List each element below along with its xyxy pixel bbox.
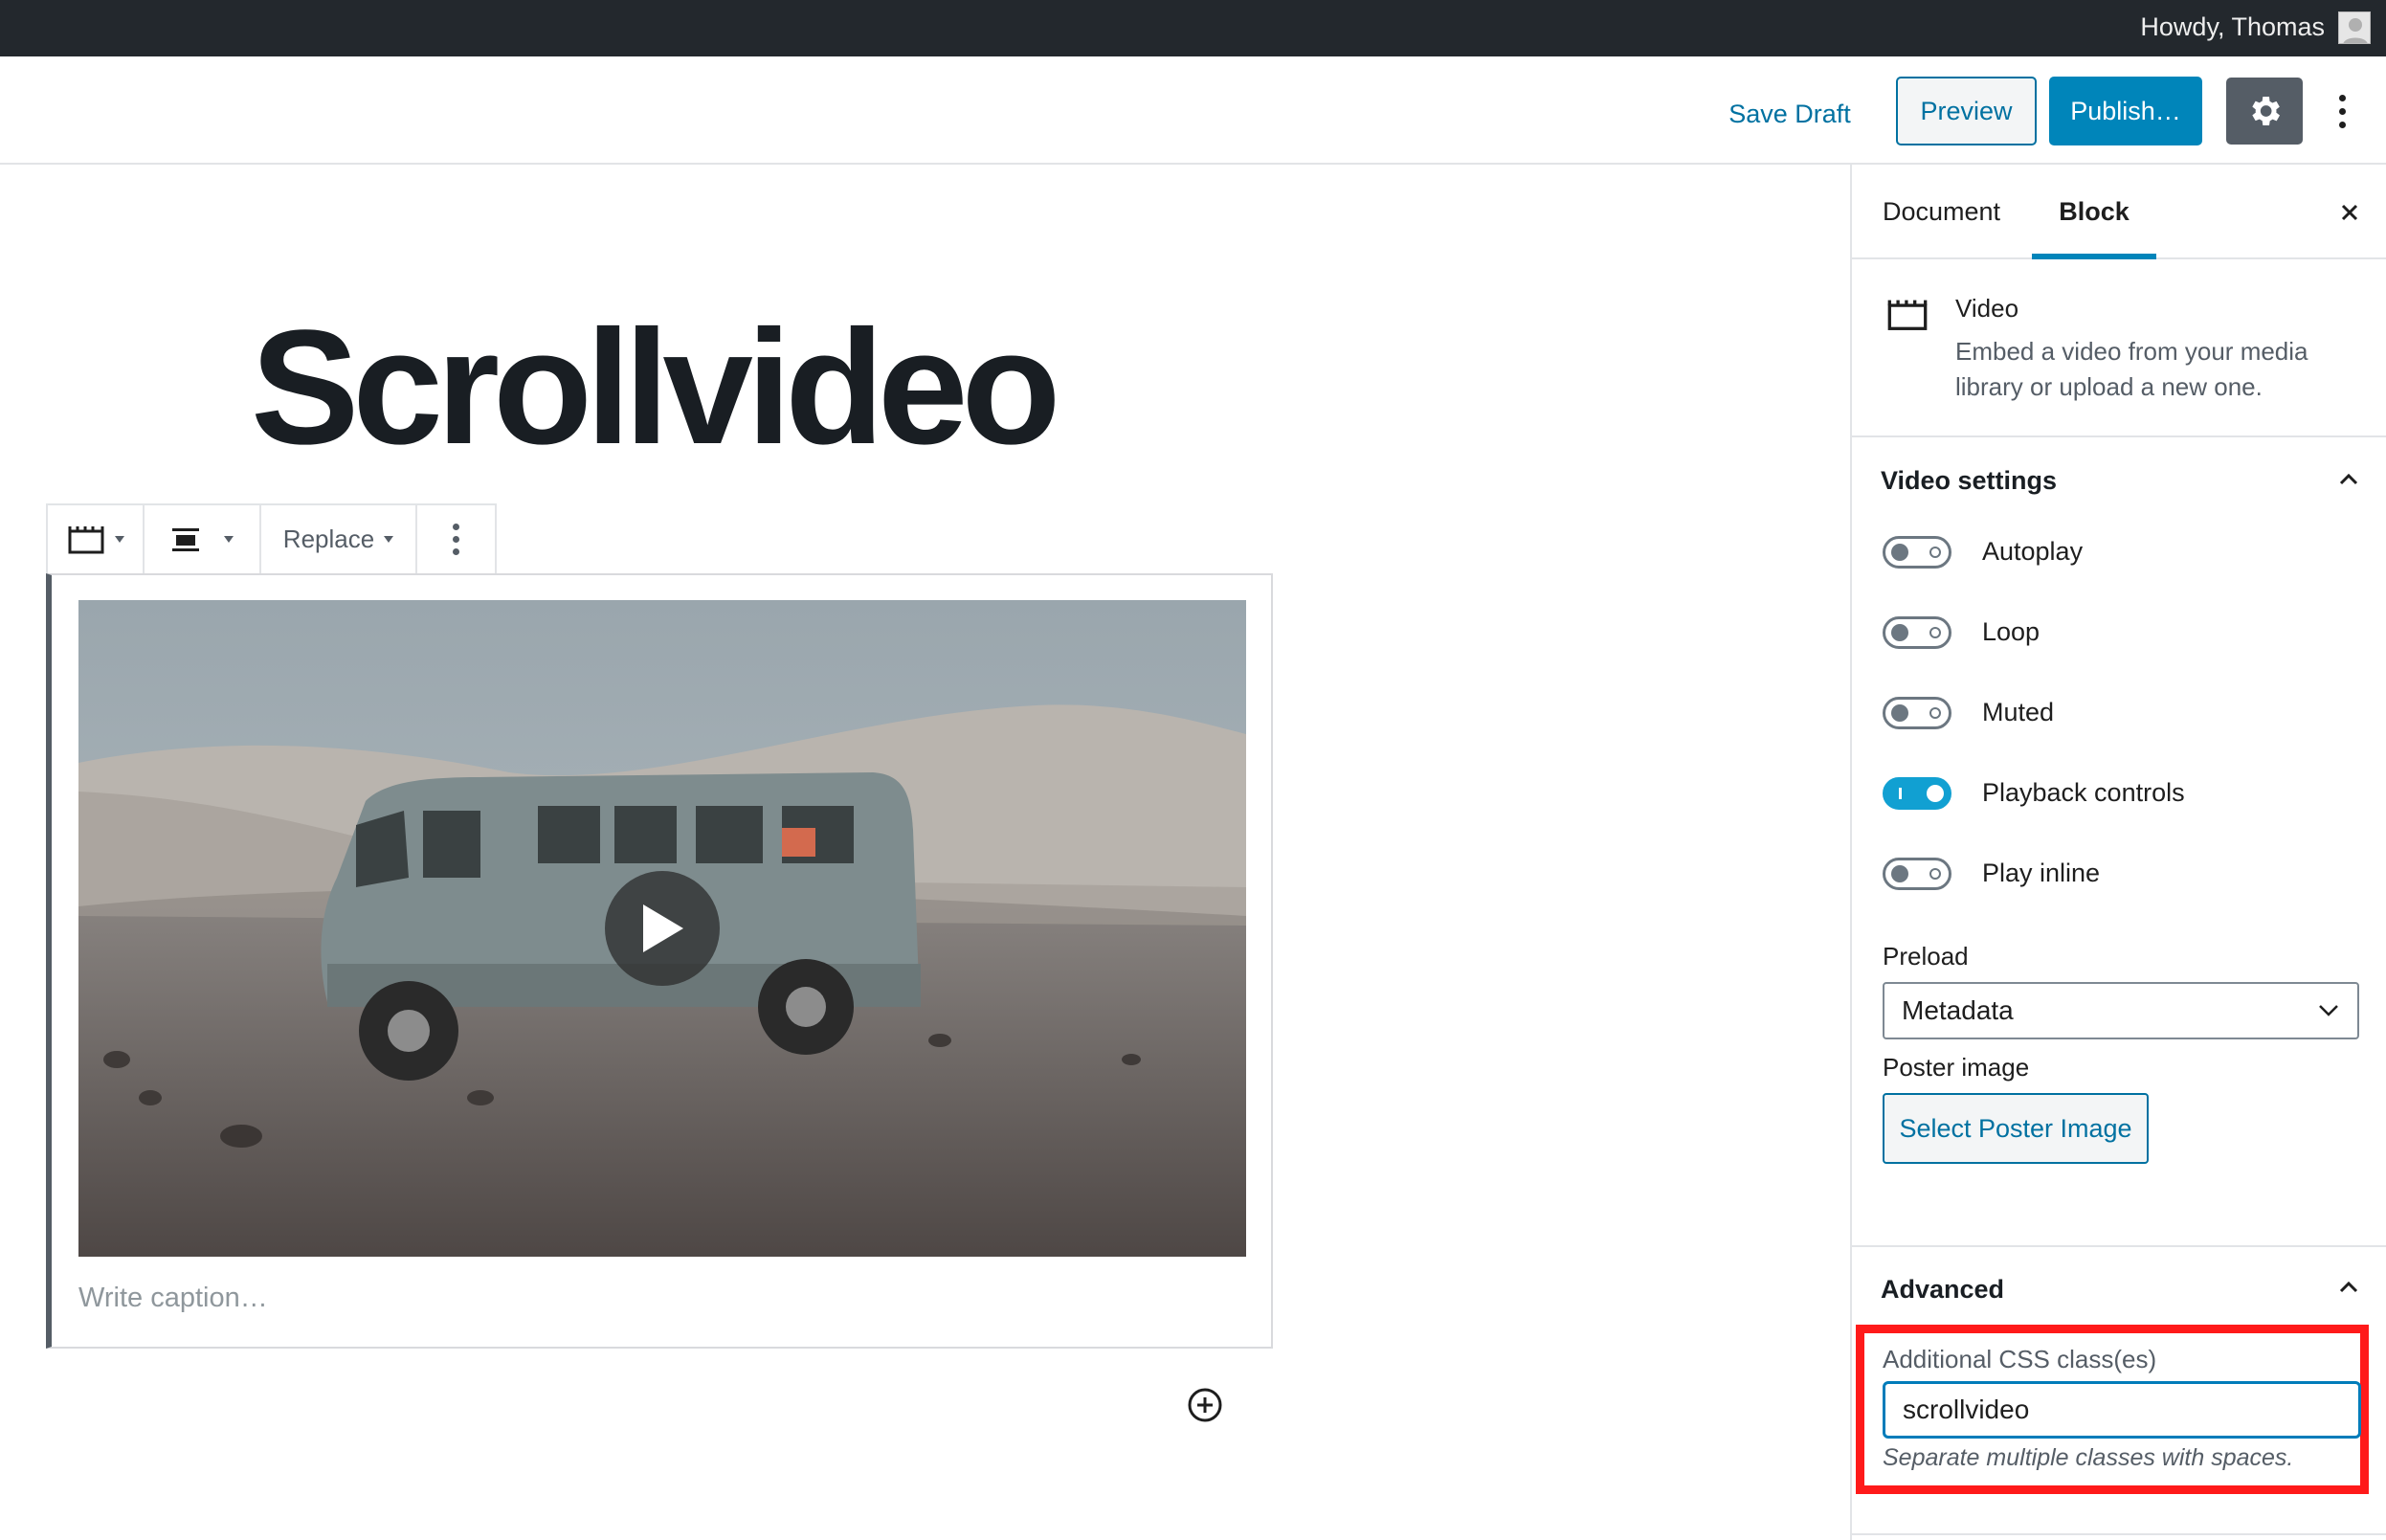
- editor-header: Save Draft Preview Publish…: [0, 56, 2386, 165]
- preload-label: Preload: [1883, 942, 1969, 971]
- chevron-up-icon[interactable]: [2334, 465, 2363, 494]
- block-card-title: Video: [1955, 294, 2019, 323]
- video-settings-title[interactable]: Video settings: [1881, 466, 2057, 496]
- chevron-down-icon: [114, 536, 124, 543]
- playback-controls-label: Playback controls: [1982, 778, 2185, 807]
- caption-input[interactable]: Write caption…: [78, 1283, 268, 1314]
- css-classes-help: Separate multiple classes with spaces.: [1883, 1444, 2294, 1471]
- block-toolbar: Replace: [46, 503, 497, 573]
- chevron-down-icon: [384, 536, 394, 543]
- sidebar-tabs: Document Block: [1852, 165, 2386, 259]
- post-title[interactable]: Scrollvideo: [251, 306, 1060, 469]
- video-icon: [1886, 298, 1929, 337]
- play-inline-label: Play inline: [1982, 859, 2101, 887]
- playback-controls-toggle-row[interactable]: Playback controls: [1883, 774, 2361, 813]
- muted-toggle-row[interactable]: Muted: [1883, 694, 2361, 732]
- block-type-switcher[interactable]: [48, 505, 145, 573]
- autoplay-label: Autoplay: [1982, 537, 2084, 566]
- add-block-button[interactable]: [1186, 1386, 1224, 1424]
- avatar[interactable]: [2338, 11, 2371, 44]
- divider: [1852, 1245, 2386, 1247]
- user-icon: [2343, 18, 2368, 43]
- publish-button[interactable]: Publish…: [2049, 77, 2202, 145]
- preload-select[interactable]: Metadata: [1883, 982, 2359, 1039]
- autoplay-toggle-row[interactable]: Autoplay: [1883, 533, 2361, 571]
- block-card-description: Embed a video from your media library or…: [1955, 337, 2308, 401]
- greeting[interactable]: Howdy, Thomas: [2140, 0, 2325, 56]
- play-inline-toggle-row[interactable]: Play inline: [1883, 855, 2361, 893]
- block-more-options-icon[interactable]: [417, 505, 495, 573]
- align-button[interactable]: [145, 505, 261, 573]
- loop-toggle[interactable]: [1883, 616, 1951, 649]
- replace-button[interactable]: Replace: [261, 505, 417, 573]
- save-draft-button[interactable]: Save Draft: [1713, 95, 1866, 133]
- select-poster-image-button[interactable]: Select Poster Image: [1883, 1093, 2149, 1164]
- css-classes-input[interactable]: scrollvideo: [1883, 1381, 2361, 1439]
- muted-toggle[interactable]: [1883, 697, 1951, 729]
- tab-document[interactable]: Document: [1883, 165, 2000, 259]
- settings-button[interactable]: [2226, 78, 2303, 145]
- plus-circle-icon: [1188, 1388, 1222, 1422]
- playback-controls-toggle[interactable]: [1883, 777, 1951, 810]
- loop-toggle-row[interactable]: Loop: [1883, 614, 2361, 652]
- autoplay-toggle[interactable]: [1883, 536, 1951, 569]
- replace-label: Replace: [282, 524, 375, 553]
- chevron-up-icon[interactable]: [2334, 1273, 2363, 1302]
- align-center-icon: [172, 527, 199, 551]
- gear-icon: [2252, 97, 2280, 125]
- loop-label: Loop: [1982, 617, 2040, 646]
- preview-button[interactable]: Preview: [1896, 77, 2037, 145]
- block-card: Video Embed a video from your media libr…: [1852, 259, 2386, 437]
- settings-sidebar: Document Block Video Embed a video from …: [1850, 165, 2386, 1540]
- video-player[interactable]: [78, 600, 1246, 1257]
- play-inline-toggle[interactable]: [1883, 858, 1951, 890]
- chevron-down-icon: [2319, 1005, 2338, 1016]
- tab-block[interactable]: Block: [2032, 165, 2156, 259]
- chevron-down-icon: [224, 536, 234, 543]
- advanced-title[interactable]: Advanced: [1881, 1275, 2004, 1305]
- close-icon: [2341, 204, 2358, 221]
- css-classes-label: Additional CSS class(es): [1883, 1345, 2157, 1373]
- muted-label: Muted: [1982, 698, 2055, 726]
- admin-bar: Howdy, Thomas: [0, 0, 2386, 56]
- video-icon: [68, 525, 103, 553]
- poster-image-label: Poster image: [1883, 1053, 2030, 1082]
- divider: [1852, 1533, 2386, 1535]
- video-poster-image: [78, 600, 1246, 1257]
- close-sidebar-button[interactable]: [2330, 193, 2369, 232]
- more-options-icon[interactable]: [2328, 85, 2356, 137]
